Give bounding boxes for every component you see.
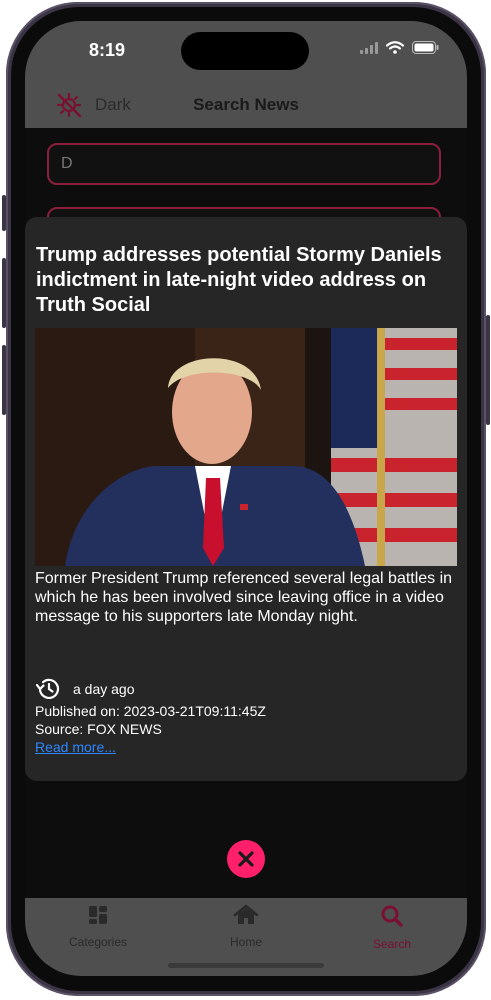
side-button [2, 345, 6, 415]
home-icon [233, 904, 259, 924]
tab-label: Search [372, 937, 412, 951]
tab-bar: Categories Home Search [25, 898, 467, 976]
screen: 8:19 Dark Search News D Trump addresses … [25, 21, 467, 976]
search-input[interactable]: D [47, 143, 441, 185]
nav-bar: Dark Search News [25, 77, 467, 128]
time-ago-row: a day ago [35, 677, 135, 701]
read-more-link[interactable]: Read more... [35, 739, 116, 755]
time-ago: a day ago [73, 681, 135, 697]
page-title: Search News [193, 95, 299, 114]
article-card: Trump addresses potential Stormy Daniels… [25, 217, 467, 781]
side-button [2, 195, 6, 231]
search-icon [381, 905, 403, 927]
published-date: Published on: 2023-03-21T09:11:45Z [35, 703, 266, 719]
history-icon [35, 678, 60, 699]
close-button[interactable] [227, 840, 265, 878]
tab-label: Home [229, 935, 262, 949]
article-title: Trump addresses potential Stormy Daniels… [36, 244, 442, 316]
side-button [2, 258, 6, 328]
close-icon [238, 851, 254, 867]
article-description: Former President Trump referenced severa… [35, 570, 453, 625]
status-icons [360, 41, 439, 54]
home-indicator [168, 963, 324, 968]
cellular-signal-icon [360, 41, 378, 54]
tab-categories[interactable]: Categories [38, 904, 158, 949]
side-button [486, 315, 490, 425]
status-time: 8:19 [89, 40, 126, 60]
tab-search[interactable]: Search [332, 904, 452, 951]
tab-home[interactable]: Home [186, 904, 306, 949]
tab-label: Categories [68, 935, 128, 949]
dynamic-island [181, 32, 309, 70]
battery-icon [412, 41, 439, 54]
status-bar: 8:19 [25, 21, 467, 77]
article-image [35, 328, 457, 566]
wifi-icon [386, 41, 404, 54]
categories-icon [89, 906, 107, 924]
article-source: Source: FOX NEWS [35, 721, 162, 737]
